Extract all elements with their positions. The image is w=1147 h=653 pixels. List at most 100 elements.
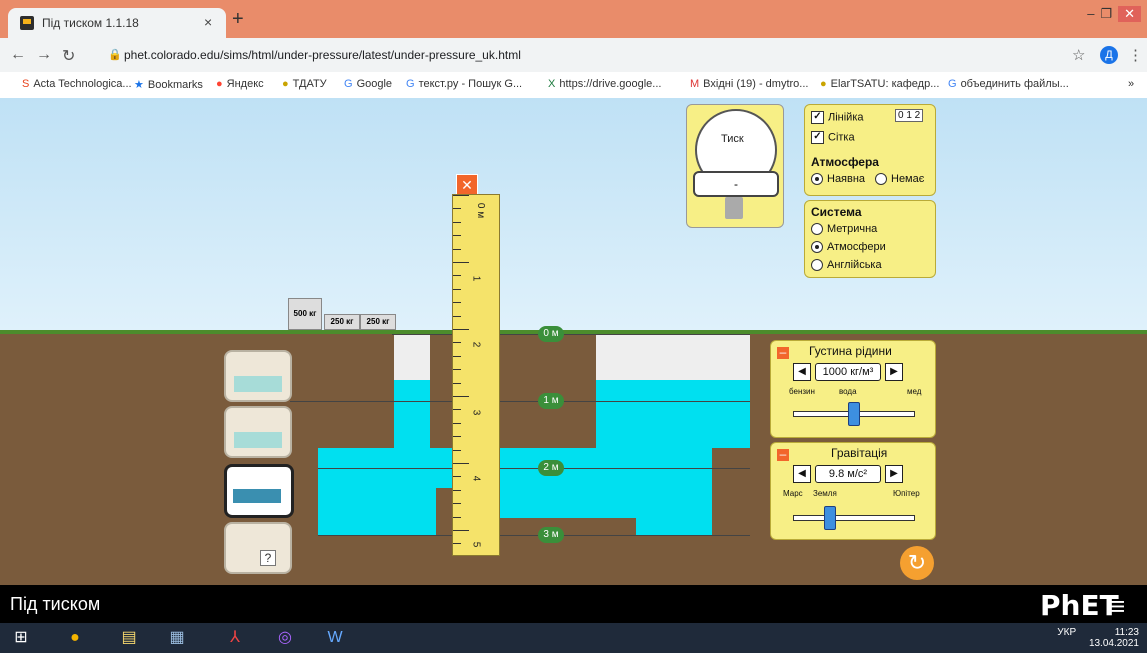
gravity-decrease-button[interactable]: ◀ bbox=[793, 465, 811, 483]
ruler-close-icon[interactable]: ✕ bbox=[456, 174, 478, 196]
profile-avatar[interactable]: Д bbox=[1100, 46, 1118, 64]
back-icon[interactable]: ← bbox=[10, 46, 26, 64]
archive-app-icon[interactable]: ▦ bbox=[164, 627, 190, 649]
bookmark-item[interactable]: ● ElarTSATU: кафедр... bbox=[820, 78, 939, 90]
url-field[interactable]: 🔒 phet.colorado.edu/sims/html/under-pres… bbox=[102, 44, 1062, 66]
grid-checkbox-row[interactable]: ✓ Сітка bbox=[811, 131, 855, 144]
viber-icon[interactable]: ◎ bbox=[272, 627, 298, 649]
scene-button-3-selected[interactable] bbox=[224, 464, 294, 518]
bookmark-item[interactable]: S Acta Technologica... bbox=[22, 78, 132, 90]
ruler[interactable]: 0 м 1 2 3 4 5 bbox=[452, 194, 500, 556]
units-english-radio[interactable]: Англійська bbox=[811, 259, 882, 272]
bookmarks-more[interactable]: » bbox=[1128, 78, 1134, 90]
close-window-icon[interactable]: ✕ bbox=[1118, 6, 1141, 22]
ruler-checkbox-row[interactable]: ✓ Лінійка bbox=[811, 111, 864, 124]
gravity-slider-track[interactable] bbox=[793, 515, 915, 521]
ruler-checkbox[interactable]: ✓ bbox=[811, 111, 824, 124]
lock-icon: 🔒 bbox=[108, 49, 122, 61]
ruler-tick bbox=[453, 221, 461, 223]
grid-checkbox[interactable]: ✓ bbox=[811, 131, 824, 144]
left-chamber-air bbox=[394, 334, 430, 380]
tab-close-icon[interactable]: × bbox=[204, 14, 212, 30]
mass-250kg[interactable]: 250 кг bbox=[360, 314, 396, 330]
scene-button-2[interactable] bbox=[224, 406, 292, 458]
minimize-icon[interactable]: – bbox=[1087, 6, 1094, 21]
gravity-label-mid: Земля bbox=[813, 489, 837, 498]
browser-tab-bar: Під тиском 1.1.18 × + – ❐ ✕ bbox=[0, 0, 1147, 38]
pressure-gauge[interactable]: Тиск - bbox=[686, 104, 784, 228]
fluid-density-panel: – Густина рідини ◀ 1000 кг/м³ ▶ бензин в… bbox=[770, 340, 936, 438]
ruler-number: 4 bbox=[470, 475, 482, 482]
bookmark-item[interactable]: Gобъединить файлы... bbox=[948, 78, 1069, 90]
ruler-tick bbox=[453, 288, 461, 290]
ruler-tick bbox=[453, 369, 461, 371]
ruler-tick bbox=[453, 248, 461, 250]
file-explorer-icon[interactable]: ▤ bbox=[116, 627, 142, 649]
tray-time[interactable]: 11:23 bbox=[1115, 627, 1139, 638]
gravity-label-min: Марс bbox=[783, 489, 803, 498]
bookmark-item[interactable]: G Google bbox=[344, 78, 392, 90]
browser-menu-icon[interactable]: ⋮ bbox=[1128, 46, 1143, 64]
scene-button-mystery[interactable]: ? bbox=[224, 522, 292, 574]
density-increase-button[interactable]: ▶ bbox=[885, 363, 903, 381]
collapse-density-icon[interactable]: – bbox=[777, 346, 789, 359]
restore-icon[interactable]: ❐ bbox=[1100, 6, 1112, 22]
phet-logo[interactable]: PhET bbox=[1040, 589, 1119, 622]
mass-250kg[interactable]: 250 кг bbox=[324, 314, 360, 330]
acrobat-icon[interactable]: ⅄ bbox=[222, 627, 248, 649]
ruler-tick bbox=[453, 342, 461, 344]
units-title: Система bbox=[811, 205, 862, 219]
collapse-gravity-icon[interactable]: – bbox=[777, 448, 789, 461]
windows-start-icon[interactable]: ⊞ bbox=[8, 627, 34, 649]
browser-tab[interactable]: Під тиском 1.1.18 × bbox=[8, 8, 226, 38]
phet-menu-icon[interactable]: ≡ bbox=[1110, 591, 1125, 622]
ruler-tick bbox=[453, 516, 461, 518]
left-chamber-water bbox=[394, 380, 430, 448]
ruler-tick bbox=[453, 382, 461, 384]
ruler-number: 0 м bbox=[475, 202, 487, 219]
system-tray: УКР 11:23 13.04.2021 bbox=[1057, 627, 1139, 649]
bookmark-item[interactable]: Xhttps://drive.google... bbox=[548, 78, 661, 90]
url-text: phet.colorado.edu/sims/html/under-pressu… bbox=[124, 48, 521, 62]
gauge-label: Тиск bbox=[721, 133, 744, 145]
depth-marker-0: 0 м bbox=[538, 326, 564, 342]
word-icon[interactable]: W bbox=[322, 627, 348, 649]
ruler-tick bbox=[453, 449, 461, 451]
forward-icon[interactable]: → bbox=[36, 46, 52, 64]
bookmark-item[interactable]: ● Яндекс bbox=[216, 78, 264, 90]
ruler-tick bbox=[453, 409, 461, 411]
density-decrease-button[interactable]: ◀ bbox=[793, 363, 811, 381]
new-tab-button[interactable]: + bbox=[232, 8, 244, 31]
mass-500kg[interactable]: 500 кг bbox=[288, 298, 322, 330]
tray-date[interactable]: 13.04.2021 bbox=[1089, 638, 1139, 649]
bookmark-item[interactable]: Gтекст.ру - Пошук G... bbox=[406, 78, 522, 90]
atmosphere-off-radio[interactable]: Немає bbox=[875, 173, 924, 186]
chrome-icon[interactable]: ● bbox=[62, 627, 88, 649]
ruler-number: 5 bbox=[470, 541, 482, 548]
sim-navigation-bar: Під тиском PhET ≡ bbox=[0, 585, 1147, 623]
atmosphere-title: Атмосфера bbox=[811, 155, 879, 169]
units-metric-radio[interactable]: Метрична bbox=[811, 223, 877, 236]
bookmark-star-icon[interactable]: ☆ bbox=[1072, 46, 1085, 64]
tab-title: Під тиском 1.1.18 bbox=[42, 16, 139, 30]
tray-language[interactable]: УКР bbox=[1057, 627, 1076, 638]
density-slider-thumb[interactable] bbox=[848, 402, 860, 426]
ruler-icon: 0 1 2 bbox=[895, 109, 924, 122]
reset-all-icon[interactable]: ↻ bbox=[900, 546, 934, 580]
units-atmospheres-radio[interactable]: Атмосфери bbox=[811, 241, 886, 254]
ruler-number: 1 bbox=[470, 275, 482, 282]
atmosphere-on-radio[interactable]: Наявна bbox=[811, 173, 865, 186]
level-line-0 bbox=[392, 334, 750, 335]
scene-button-1[interactable] bbox=[224, 350, 292, 402]
bookmark-item[interactable]: ★ Bookmarks bbox=[134, 78, 203, 91]
reload-icon[interactable]: ↻ bbox=[62, 46, 75, 66]
gravity-increase-button[interactable]: ▶ bbox=[885, 465, 903, 483]
bookmark-item[interactable]: ● ТДАТУ bbox=[282, 78, 327, 90]
density-label-min: бензин bbox=[789, 387, 815, 396]
bookmark-item[interactable]: M Вхідні (19) - dmytro... bbox=[690, 78, 808, 90]
bookmarks-bar: S Acta Technologica... ★ Bookmarks ● Яндекс… bbox=[0, 72, 1147, 99]
gravity-slider-thumb[interactable] bbox=[824, 506, 836, 530]
right-chamber-water bbox=[596, 380, 750, 448]
ruler-tick bbox=[453, 302, 461, 304]
gravity-panel: – Гравітація ◀ 9.8 м/с² ▶ Марс Земля Юпі… bbox=[770, 442, 936, 540]
